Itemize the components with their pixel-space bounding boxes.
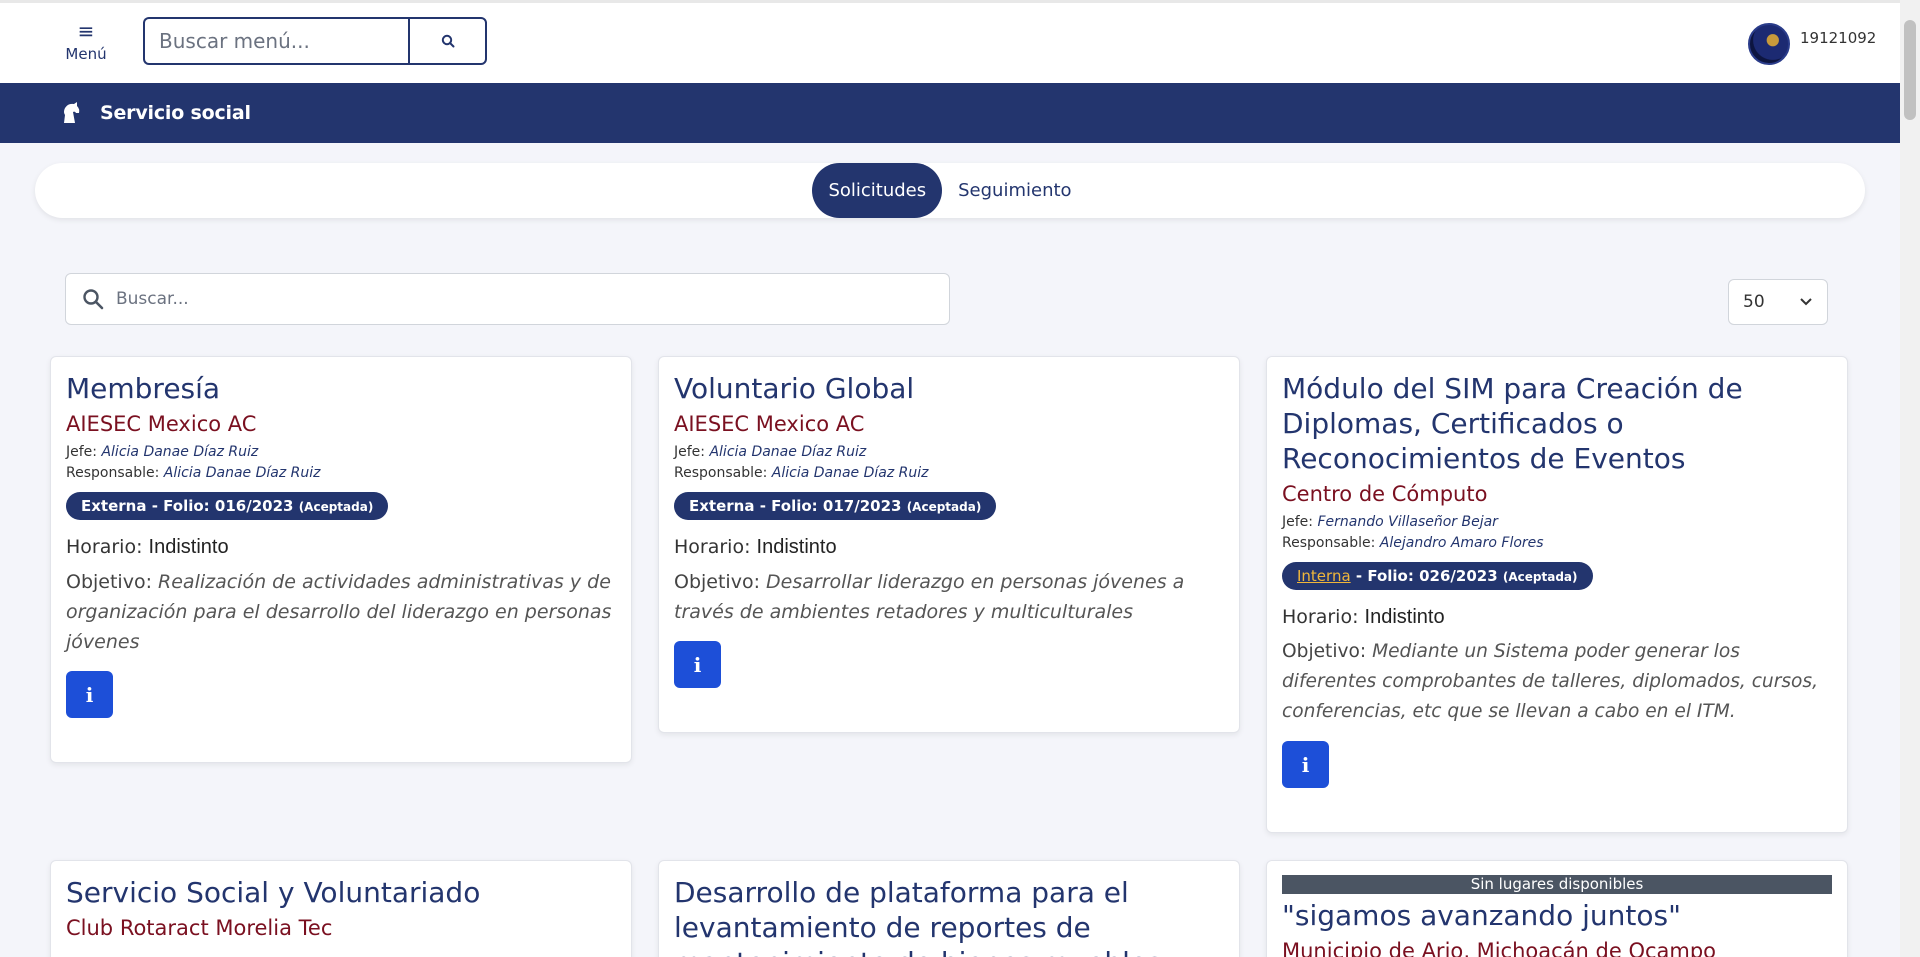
request-card: Desarrollo de plataforma para el levanta… [658,860,1240,957]
folio-badge: Externa - Folio: 017/2023 (Aceptada) [674,492,997,520]
scrollbar-thumb[interactable] [1904,20,1916,120]
card-horario: Horario: Indistinto [674,536,837,558]
tab-solicitudes[interactable]: Solicitudes [812,163,943,218]
hamburger-icon: ≡ [77,19,95,43]
card-title: Desarrollo de plataforma para el levanta… [674,876,1162,957]
info-icon: i [693,652,702,677]
responsable-name: Alejandro Amaro Flores [1379,535,1544,551]
requests-search-input[interactable] [116,289,916,309]
info-button[interactable]: i [674,641,721,688]
card-title: Membresía [66,372,221,405]
menu-search-button[interactable] [408,17,487,65]
no-spots-notice: Sin lugares disponibles [1282,875,1832,894]
card-responsable: Responsable: Alicia Danae Díaz Ruiz [66,465,321,481]
card-organization: Club Rotaract Morelia Tec [66,916,333,940]
card-title: Voluntario Global [674,372,915,405]
search-icon [441,34,454,48]
card-jefe: Jefe: Fernando Villaseñor Bejar [1282,514,1498,530]
card-objetivo: Objetivo: Mediante un Sistema poder gene… [1282,641,1819,722]
tab-bar: Solicitudes Seguimiento [35,163,1865,218]
request-card: Membresía AIESEC Mexico AC Jefe: Alicia … [50,356,632,763]
info-button[interactable]: i [1282,741,1329,788]
page-scrollbar[interactable] [1900,0,1920,957]
user-menu[interactable]: 19121092 [1748,23,1876,65]
folio-badge: Interna - Folio: 026/2023 (Aceptada) [1282,562,1593,590]
info-icon: i [85,682,94,707]
card-horario: Horario: Indistinto [1282,606,1445,628]
folio-badge: Externa - Folio: 016/2023 (Aceptada) [66,492,389,520]
menu-label: Menú [65,45,107,63]
card-horario: Horario: Indistinto [66,536,229,558]
menu-button[interactable]: ≡ Menú [62,21,110,63]
avatar[interactable] [1748,23,1790,65]
jefe-name: Fernando Villaseñor Bejar [1317,514,1498,530]
request-card: Sin lugares disponibles "sigamos avanzan… [1266,860,1848,957]
info-button[interactable]: i [66,671,113,718]
requests-search [65,273,950,325]
user-id: 19121092 [1800,29,1877,47]
card-title: "sigamos avanzando juntos" [1282,899,1681,932]
card-organization: AIESEC Mexico AC [66,412,257,436]
jefe-name: Alicia Danae Díaz Ruiz [101,444,259,460]
responsable-name: Alicia Danae Díaz Ruiz [771,465,929,481]
jefe-name: Alicia Danae Díaz Ruiz [709,444,867,460]
request-card: Módulo del SIM para Creación de Diplomas… [1266,356,1848,833]
card-title: Servicio Social y Voluntariado [66,876,481,909]
card-organization: Centro de Cómputo [1282,482,1488,506]
chevron-down-icon [1800,298,1812,306]
card-title: Módulo del SIM para Creación de Diplomas… [1282,372,1743,475]
request-card: Voluntario Global AIESEC Mexico AC Jefe:… [658,356,1240,733]
top-bar: ≡ Menú 19121092 [0,0,1900,83]
card-organization: AIESEC Mexico AC [674,412,865,436]
page-size-value: 50 [1743,292,1765,312]
page-title: Servicio social [100,102,251,124]
card-objetivo: Objetivo: Realización de actividades adm… [66,571,612,653]
card-responsable: Responsable: Alejandro Amaro Flores [1282,535,1544,551]
search-icon [83,289,104,310]
card-jefe: Jefe: Alicia Danae Díaz Ruiz [674,444,867,460]
tipo-link[interactable]: Interna [1297,567,1351,585]
page-size-select[interactable]: 50 [1728,279,1828,325]
menu-search-input[interactable] [143,17,408,65]
horse-logo-icon [64,102,80,123]
menu-search [143,17,487,65]
responsable-name: Alicia Danae Díaz Ruiz [163,465,321,481]
section-banner: Servicio social [0,83,1900,143]
card-responsable: Responsable: Alicia Danae Díaz Ruiz [674,465,929,481]
card-organization: Municipio de Ario, Michoacán de Ocampo [1282,939,1717,957]
request-card: Servicio Social y Voluntariado Club Rota… [50,860,632,957]
card-objetivo: Objetivo: Desarrollar liderazgo en perso… [674,571,1185,623]
tab-seguimiento[interactable]: Seguimiento [942,163,1087,218]
info-icon: i [1301,752,1310,777]
card-jefe: Jefe: Alicia Danae Díaz Ruiz [66,444,259,460]
